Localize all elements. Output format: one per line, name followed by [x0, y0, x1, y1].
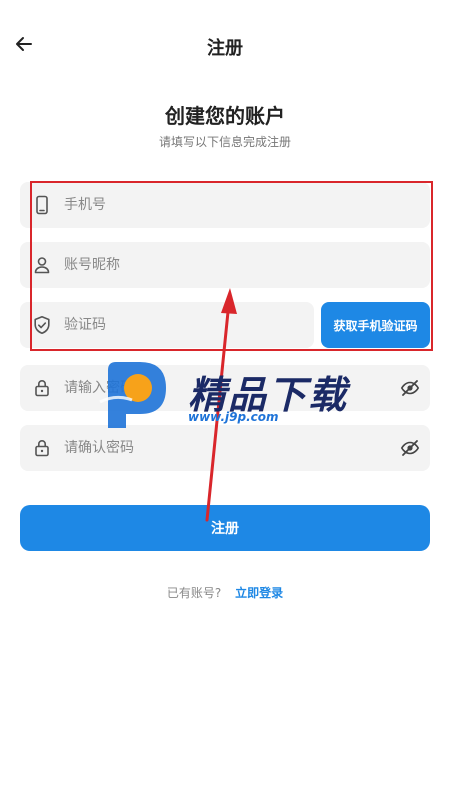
- login-prompt: 已有账号?: [166, 586, 222, 600]
- confirm-password-input[interactable]: [64, 425, 374, 471]
- user-icon: [34, 257, 50, 274]
- phone-input[interactable]: [64, 182, 414, 228]
- form-subheading: 请填写以下信息完成注册: [158, 135, 291, 149]
- form-heading: 创建您的账户: [165, 104, 285, 128]
- page-title: 注册: [207, 38, 243, 59]
- register-button[interactable]: 注册: [20, 505, 430, 551]
- password-input[interactable]: [64, 365, 374, 411]
- password-field[interactable]: [20, 365, 430, 411]
- phone-icon: [36, 195, 48, 215]
- lock-icon: [35, 380, 49, 397]
- lock-icon: [35, 440, 49, 457]
- shield-icon: [34, 316, 50, 334]
- top-bar: 注册: [0, 0, 450, 90]
- code-input[interactable]: [64, 302, 304, 348]
- eye-off-icon[interactable]: [400, 438, 420, 458]
- login-link[interactable]: 立即登录: [235, 586, 283, 600]
- eye-off-icon[interactable]: [400, 378, 420, 398]
- confirm-password-field[interactable]: [20, 425, 430, 471]
- code-field[interactable]: [20, 302, 314, 348]
- watermark-url: www.j9p.com: [188, 410, 279, 424]
- nickname-field[interactable]: [20, 242, 430, 288]
- phone-field[interactable]: [20, 182, 430, 228]
- nickname-input[interactable]: [64, 242, 414, 288]
- get-code-button[interactable]: 获取手机验证码: [321, 302, 430, 348]
- login-row: 已有账号? 立即登录: [0, 584, 450, 601]
